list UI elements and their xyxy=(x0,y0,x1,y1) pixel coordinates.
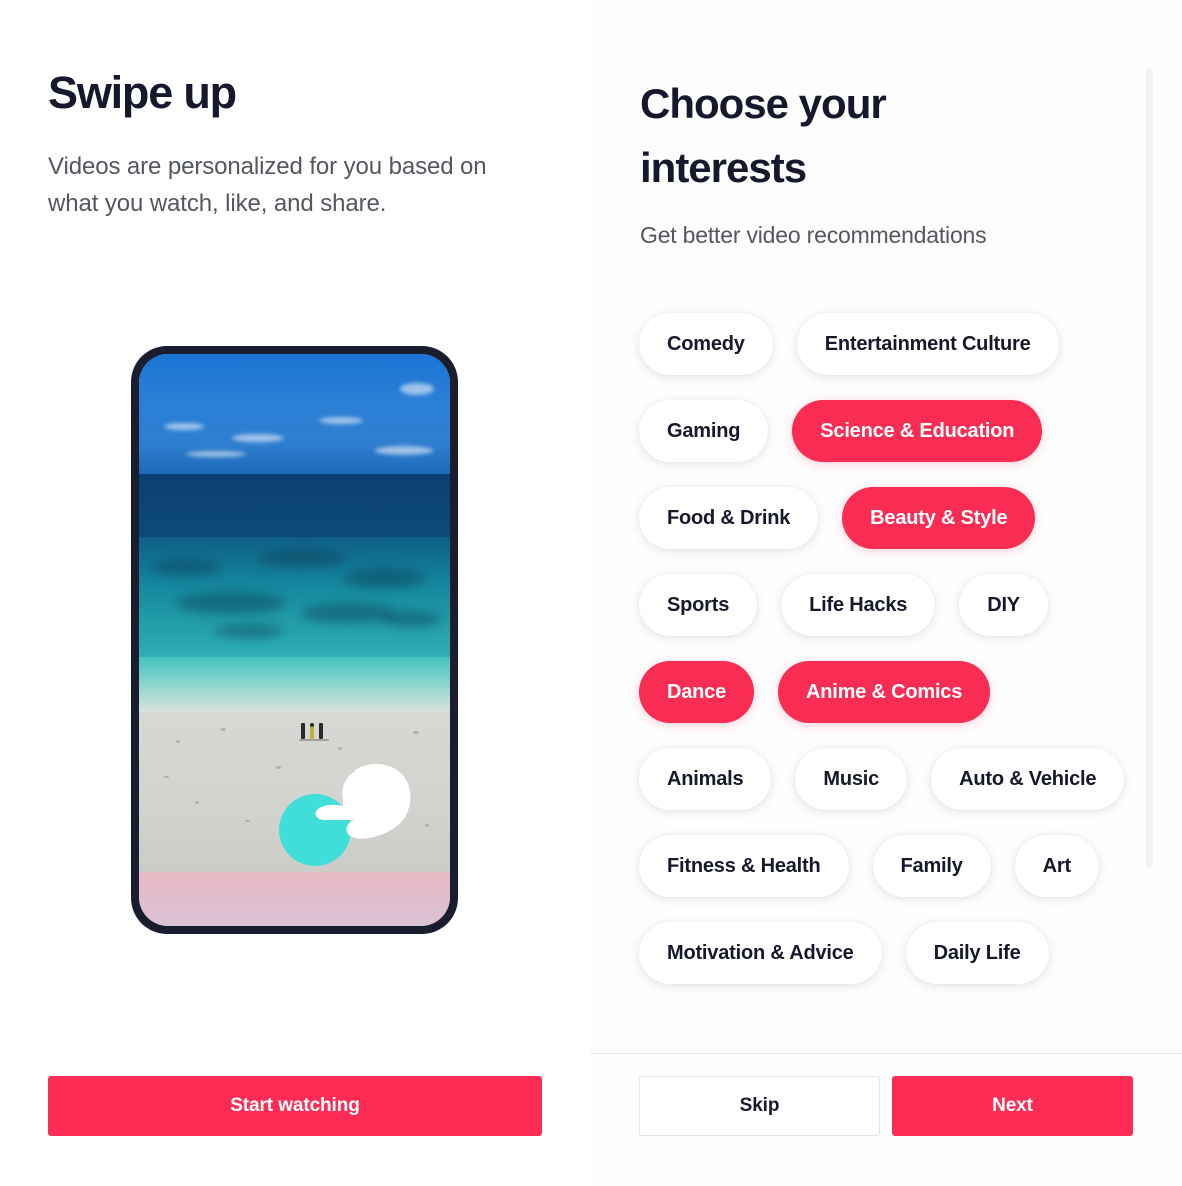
interest-chip[interactable]: Gaming xyxy=(639,400,769,462)
interest-chip[interactable]: Music xyxy=(795,748,908,810)
interests-scrollbar[interactable] xyxy=(1146,68,1153,868)
interest-chip[interactable]: Family xyxy=(872,835,991,897)
cloud-icon xyxy=(375,445,434,455)
interest-chip[interactable]: Anime & Comics xyxy=(778,661,991,723)
interest-chip-list: Comedy Entertainment Culture Gaming Science… xyxy=(632,303,1152,994)
phone-mockup xyxy=(131,346,458,934)
interest-chip[interactable]: Dance xyxy=(639,661,755,723)
interest-chip[interactable]: Fitness & Health xyxy=(639,835,849,897)
video-shallow-water-layer xyxy=(139,657,450,715)
onboarding-page: Swipe up Videos are personalized for you… xyxy=(0,0,1182,1186)
interest-chip[interactable]: Science & Education xyxy=(792,400,1043,462)
choose-interests-panel: Choose your interests Get better video r… xyxy=(590,0,1182,1186)
interests-scroll-area[interactable]: Comedy Entertainment Culture Gaming Science… xyxy=(632,303,1152,1053)
video-reef-layer xyxy=(139,537,450,658)
interest-chip[interactable]: DIY xyxy=(959,574,1048,636)
interest-chip[interactable]: Motivation & Advice xyxy=(639,922,882,984)
interest-chip[interactable]: Auto & Vehicle xyxy=(931,748,1125,810)
phone-screen xyxy=(139,354,450,926)
cloud-icon xyxy=(319,416,364,424)
footer-divider xyxy=(590,1053,1182,1054)
skip-button[interactable]: Skip xyxy=(639,1076,880,1136)
video-sky-layer xyxy=(139,354,450,475)
start-watching-button[interactable]: Start watching xyxy=(48,1076,542,1136)
beach-people-group xyxy=(298,722,331,741)
interest-chip[interactable]: Animals xyxy=(639,748,772,810)
video-pink-band xyxy=(139,871,450,926)
interest-chip[interactable]: Art xyxy=(1014,835,1099,897)
interest-chip[interactable]: Entertainment Culture xyxy=(796,313,1059,375)
swipe-up-panel: Swipe up Videos are personalized for you… xyxy=(0,0,590,1186)
interests-title: Choose your interests xyxy=(640,80,887,191)
interest-chip[interactable]: Life Hacks xyxy=(781,574,936,636)
swipe-up-hand-icon xyxy=(315,764,411,839)
video-deep-ocean-layer xyxy=(139,474,450,538)
interest-chip[interactable]: Beauty & Style xyxy=(842,487,1036,549)
interest-chip[interactable]: Comedy xyxy=(639,313,773,375)
left-panel-title: Swipe up xyxy=(48,67,237,118)
next-button[interactable]: Next xyxy=(892,1076,1133,1136)
interest-chip[interactable]: Sports xyxy=(639,574,758,636)
cloud-icon xyxy=(400,382,435,395)
left-panel-subtitle: Videos are personalized for you based on… xyxy=(48,153,487,217)
cloud-icon xyxy=(163,422,204,430)
interest-chip[interactable]: Food & Drink xyxy=(639,487,819,549)
interest-chip[interactable]: Daily Life xyxy=(905,922,1049,984)
interests-subtitle: Get better video recommendations xyxy=(640,222,987,248)
